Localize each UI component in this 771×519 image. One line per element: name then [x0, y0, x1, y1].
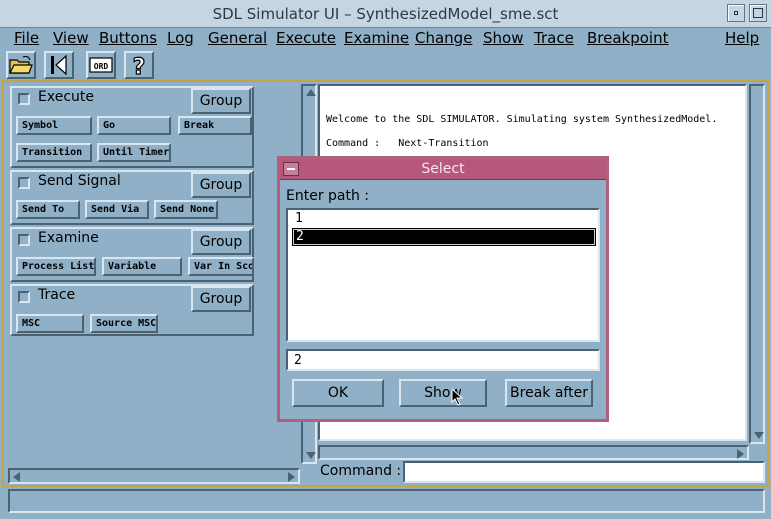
enter-path-label: Enter path : [286, 188, 370, 204]
command-input[interactable] [403, 461, 765, 483]
send-signal-checkbox[interactable] [18, 177, 30, 189]
menu-change[interactable]: Change [415, 29, 472, 47]
output-vscrollbar[interactable] [749, 84, 765, 444]
scroll-down-icon[interactable] [306, 452, 316, 459]
trace-checkbox[interactable] [18, 291, 30, 303]
output-line: Command : Next-Transition [326, 138, 489, 149]
until-timer-button[interactable]: Until Timer [97, 143, 171, 162]
menu-general[interactable]: General [208, 29, 267, 47]
path-input[interactable]: 2 [286, 349, 600, 371]
send-via-button[interactable]: Send Via [85, 200, 149, 219]
trace-panel-title: Trace [38, 287, 76, 303]
trace-group-button[interactable]: Group [191, 286, 251, 312]
send-signal-group-button[interactable]: Group [191, 172, 251, 198]
help-button[interactable]: ? [124, 51, 154, 81]
break-button[interactable]: Break [178, 116, 252, 135]
ok-button[interactable]: OK [292, 379, 384, 407]
show-button[interactable]: Show [399, 379, 487, 407]
trace-panel: Trace Group MSC Source MSC [10, 284, 254, 336]
symbol-button[interactable]: Symbol [16, 116, 92, 135]
examine-group-button[interactable]: Group [191, 229, 251, 255]
menu-view[interactable]: View [53, 29, 89, 47]
execute-checkbox[interactable] [18, 93, 30, 105]
scroll-right-icon[interactable] [288, 472, 295, 482]
menu-breakpoint[interactable]: Breakpoint [587, 29, 669, 47]
process-list-button[interactable]: Process List [16, 257, 96, 276]
execute-panel: Execute Group Symbol Go Break Transition… [10, 86, 254, 168]
path-list[interactable]: 1 2 [286, 208, 600, 342]
help-icon: ? [132, 54, 146, 80]
msc-button[interactable]: MSC [16, 314, 84, 333]
window-title: SDL Simulator UI – SynthesizedModel_sme.… [212, 5, 559, 23]
variable-button[interactable]: Variable [102, 257, 182, 276]
scroll-right-icon[interactable] [737, 449, 744, 459]
go-button[interactable]: Go [97, 116, 171, 135]
maximize-button[interactable] [749, 4, 767, 22]
execute-panel-title: Execute [38, 89, 94, 105]
menu-file[interactable]: File [14, 29, 39, 47]
send-signal-panel-title: Send Signal [38, 173, 121, 189]
step-back-button[interactable] [44, 51, 74, 79]
scroll-down-icon[interactable] [754, 432, 764, 439]
step-back-icon [51, 54, 67, 76]
left-pane-hscrollbar[interactable] [8, 468, 300, 484]
menu-show[interactable]: Show [483, 29, 523, 47]
output-hscrollbar[interactable] [318, 445, 749, 460]
open-folder-icon [9, 55, 33, 74]
status-bar [8, 489, 765, 513]
menu-examine[interactable]: Examine [344, 29, 409, 47]
scroll-left-icon[interactable] [13, 472, 20, 482]
ord-button[interactable]: ORD [86, 51, 116, 79]
transition-button[interactable]: Transition [16, 143, 92, 162]
command-label: Command : [320, 463, 402, 479]
examine-checkbox[interactable] [18, 234, 30, 246]
list-item[interactable]: 1 [293, 212, 595, 228]
send-to-button[interactable]: Send To [16, 200, 80, 219]
maximize-icon [753, 8, 763, 18]
menu-log[interactable]: Log [167, 29, 194, 47]
send-signal-panel: Send Signal Group Send To Send Via Send … [10, 170, 254, 225]
send-none-button[interactable]: Send None [154, 200, 218, 219]
menubar: File View Buttons Log General Execute Ex… [0, 28, 771, 50]
ord-icon: ORD [89, 57, 113, 73]
minimize-icon [734, 11, 738, 15]
output-line: Welcome to the SDL SIMULATOR. Simulating… [326, 114, 718, 125]
examine-panel: Examine Group Process List Variable Var … [10, 227, 254, 282]
examine-panel-title: Examine [38, 230, 99, 246]
break-after-button[interactable]: Break after [505, 379, 593, 407]
var-in-scope-button[interactable]: Var In Sco [188, 257, 254, 276]
menu-buttons[interactable]: Buttons [99, 29, 157, 47]
ord-icon-text: ORD [94, 62, 109, 71]
dialog-title: Select [421, 161, 465, 177]
source-msc-button[interactable]: Source MSC [90, 314, 158, 333]
help-icon-text: ? [133, 55, 146, 77]
scroll-up-icon[interactable] [306, 89, 316, 96]
menu-trace[interactable]: Trace [534, 29, 574, 47]
dialog-titlebar[interactable]: Select [280, 159, 606, 180]
toolbar: ORD ? [0, 50, 771, 81]
execute-group-button[interactable]: Group [191, 88, 251, 114]
list-item-selected[interactable]: 2 [292, 228, 596, 246]
open-button[interactable] [6, 51, 36, 79]
mouse-pointer-icon [451, 388, 464, 406]
menu-execute[interactable]: Execute [276, 29, 336, 47]
window-titlebar[interactable]: SDL Simulator UI – SynthesizedModel_sme.… [0, 0, 771, 28]
minimize-button[interactable] [727, 4, 745, 22]
menu-help[interactable]: Help [725, 29, 759, 47]
select-dialog: Select Enter path : 1 2 2 OK Show Break … [277, 156, 609, 422]
